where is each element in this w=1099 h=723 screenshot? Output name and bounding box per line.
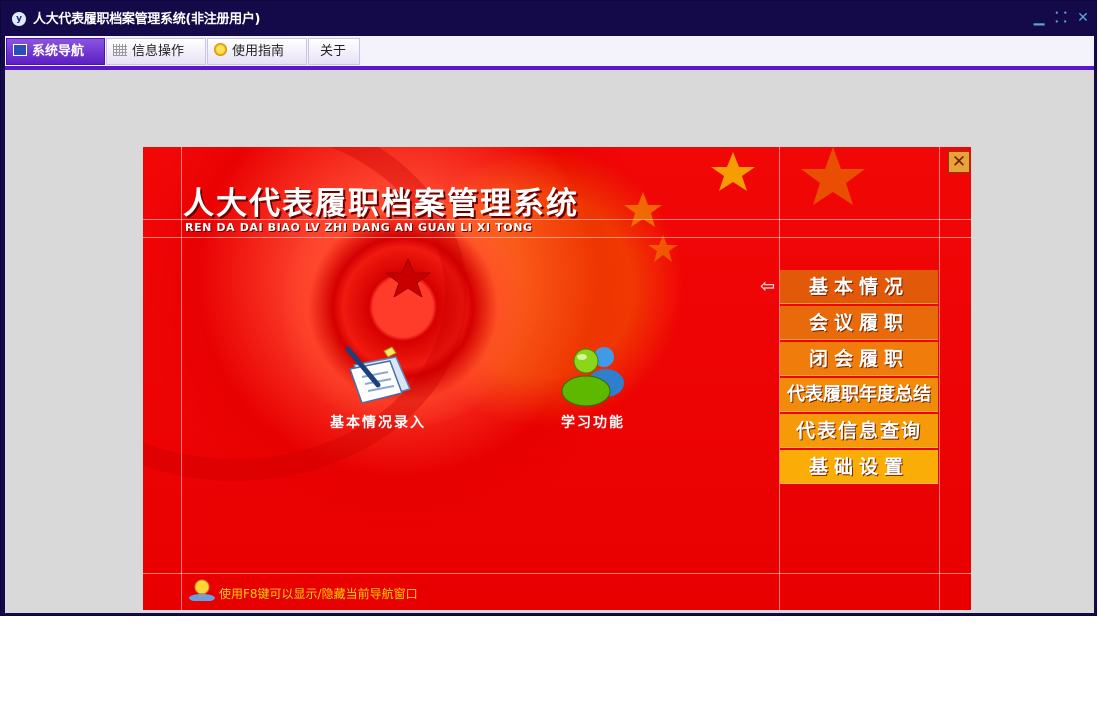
title-bar[interactable]: y 人大代表履职档案管理系统(非注册用户) ▁ ⸬ ✕: [1, 1, 1096, 36]
tab-label: 系统导航: [32, 44, 85, 59]
feature-label: 学习功能: [561, 415, 625, 431]
tab-label: 信息操作: [132, 44, 185, 59]
tab-system-navigation[interactable]: 系统导航: [6, 38, 105, 65]
collapse-arrow-icon[interactable]: ⇦: [760, 278, 775, 296]
feature-learning[interactable]: 学习功能: [538, 343, 648, 431]
flag-stars-decoration: [624, 147, 865, 262]
menu-bar: 系统导航 信息操作 使用指南 关于: [5, 36, 1094, 70]
tip-text: 使用F8键可以显示/隐藏当前导航窗口: [219, 587, 418, 601]
menu-meeting-duty[interactable]: 会议履职: [780, 306, 938, 340]
app-logo-icon: y: [12, 12, 26, 26]
grid-icon: [113, 44, 127, 56]
menu-annual-summary[interactable]: 代表履职年度总结: [780, 378, 938, 412]
divider-line: [143, 573, 971, 574]
system-title: 人大代表履职档案管理系统: [183, 186, 579, 222]
help-icon: [214, 43, 227, 56]
close-icon[interactable]: ✕: [1076, 11, 1090, 25]
menu-delegate-query[interactable]: 代表信息查询: [780, 414, 938, 448]
monitor-icon: [13, 44, 27, 56]
lightbulb-icon: [189, 579, 215, 601]
feature-basic-info-entry[interactable]: 基本情况录入: [323, 343, 433, 431]
restore-icon[interactable]: ⸬: [1054, 11, 1068, 25]
navigation-panel: ✕ 人大代表履职档案管理系统 REN DA DAI BIAO LV ZHI DA…: [143, 147, 971, 610]
users-icon: [561, 347, 624, 407]
tab-user-guide[interactable]: 使用指南: [207, 38, 307, 65]
divider-line: [181, 147, 182, 610]
feature-label: 基本情况录入: [330, 415, 426, 431]
document-edit-icon: [345, 346, 412, 404]
minimize-icon[interactable]: ▁: [1032, 11, 1046, 25]
star-icon: [384, 257, 432, 297]
menu-basic-settings[interactable]: 基础设置: [780, 450, 938, 484]
divider-line: [143, 237, 971, 238]
tab-label: 关于: [320, 44, 347, 59]
menu-recess-duty[interactable]: 闭会履职: [780, 342, 938, 376]
divider-line: [939, 147, 940, 610]
window-title: 人大代表履职档案管理系统(非注册用户): [33, 12, 261, 27]
system-subtitle: REN DA DAI BIAO LV ZHI DANG AN GUAN LI X…: [185, 221, 533, 234]
tab-info-operation[interactable]: 信息操作: [106, 38, 206, 65]
tab-about[interactable]: 关于: [308, 38, 360, 65]
menu-basic-info[interactable]: 基本情况: [780, 270, 938, 304]
tab-label: 使用指南: [232, 44, 285, 59]
panel-close-button[interactable]: ✕: [948, 151, 970, 173]
